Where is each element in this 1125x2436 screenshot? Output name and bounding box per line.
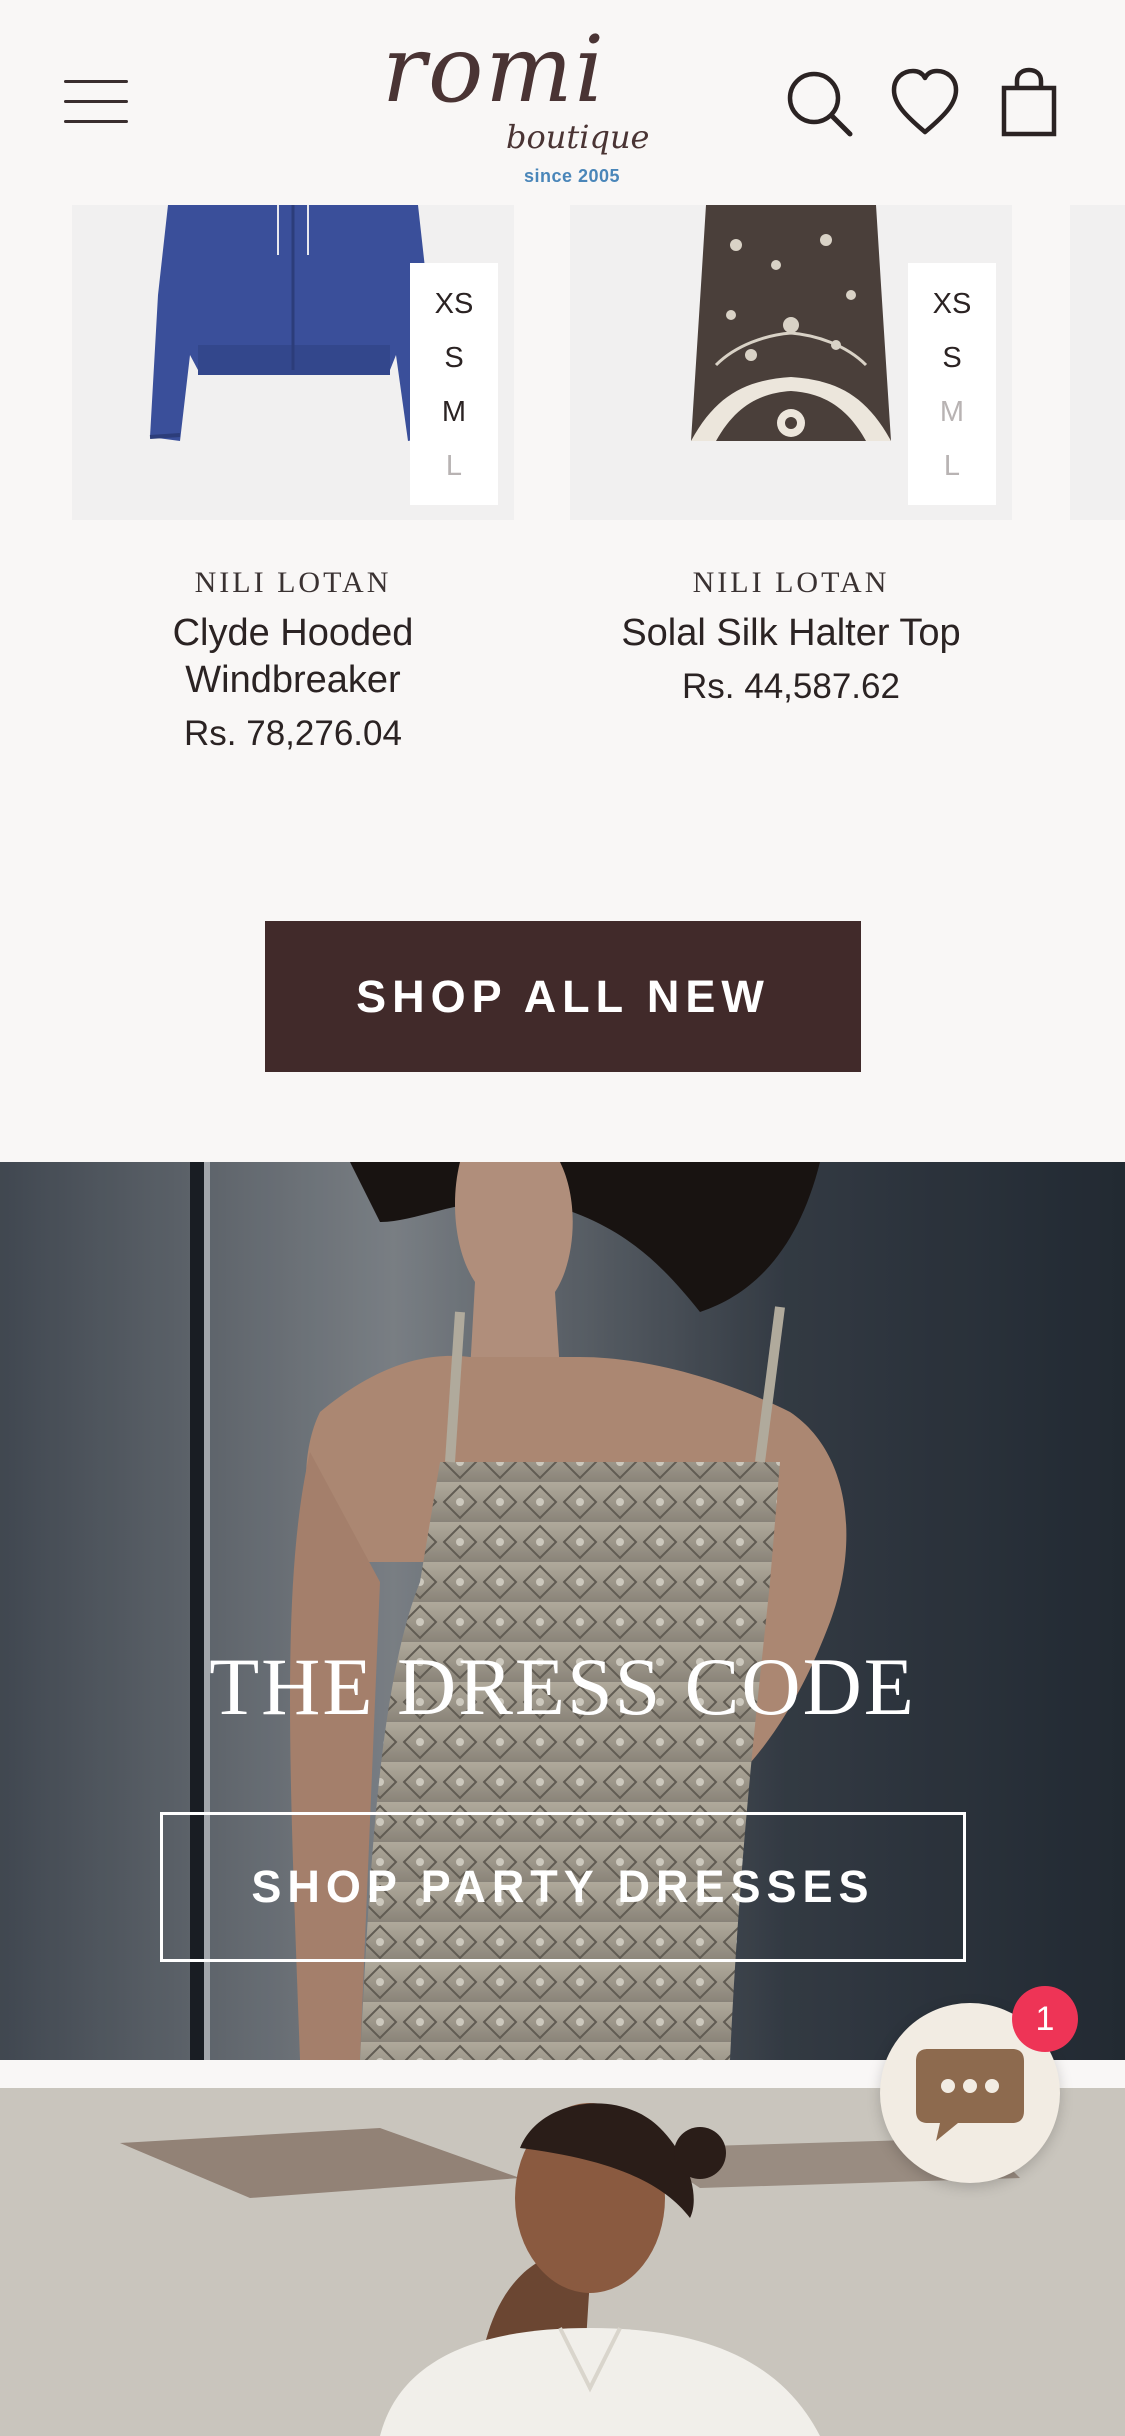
- product-card[interactable]: XS S M L NILI LOTAN Solal Silk Halter To…: [570, 205, 1012, 707]
- size-option[interactable]: S: [908, 331, 996, 385]
- product-image[interactable]: XS S M L: [72, 205, 514, 520]
- size-list: XS S M L: [410, 263, 498, 505]
- product-brand: NILI LOTAN: [194, 566, 392, 599]
- hero-title: THE DRESS CODE: [209, 1641, 916, 1732]
- chat-icon: [916, 2049, 1024, 2141]
- product-price: Rs. 44,587.62: [682, 667, 900, 706]
- size-option[interactable]: XS: [908, 277, 996, 331]
- halter-top-image: [691, 205, 891, 441]
- next-product-card-peek[interactable]: [1070, 205, 1125, 520]
- size-option-unavailable: L: [445, 450, 463, 482]
- product-card[interactable]: XS S M L NILI LOTAN Clyde Hooded Windbre…: [72, 205, 514, 754]
- site-header: romi boutique since 2005: [0, 0, 1125, 205]
- product-price: Rs. 78,276.04: [184, 714, 402, 753]
- size-option-unavailable: L: [943, 450, 961, 482]
- product-image[interactable]: XS S M L: [570, 205, 1012, 520]
- product-carousel: XS S M L NILI LOTAN Clyde Hooded Windbre…: [0, 205, 1125, 785]
- size-option[interactable]: XS: [410, 277, 498, 331]
- size-option[interactable]: S: [410, 331, 498, 385]
- size-option[interactable]: M: [410, 385, 498, 439]
- windbreaker-image: [149, 205, 438, 441]
- shopping-bag-icon[interactable]: [990, 64, 1068, 142]
- shop-all-new-button[interactable]: SHOP ALL NEW: [265, 921, 861, 1072]
- product-name[interactable]: Clyde Hooded Windbreaker: [143, 610, 443, 704]
- size-option-unavailable: M: [939, 396, 965, 428]
- search-icon[interactable]: [780, 64, 858, 142]
- site-logo[interactable]: romi boutique since 2005: [370, 14, 649, 190]
- product-name[interactable]: Solal Silk Halter Top: [570, 610, 1012, 657]
- chat-notification-badge: 1: [1012, 1986, 1078, 2052]
- heart-icon[interactable]: [886, 64, 964, 142]
- product-brand: NILI LOTAN: [692, 566, 890, 599]
- logo-since-text: since 2005: [524, 166, 621, 186]
- size-list: XS S M L: [908, 263, 996, 505]
- hamburger-menu-icon[interactable]: [64, 78, 130, 124]
- logo-wordmark: romi: [382, 16, 607, 123]
- logo-subtitle: boutique: [506, 118, 650, 156]
- shop-party-dresses-button[interactable]: SHOP PARTY DRESSES: [160, 1812, 966, 1962]
